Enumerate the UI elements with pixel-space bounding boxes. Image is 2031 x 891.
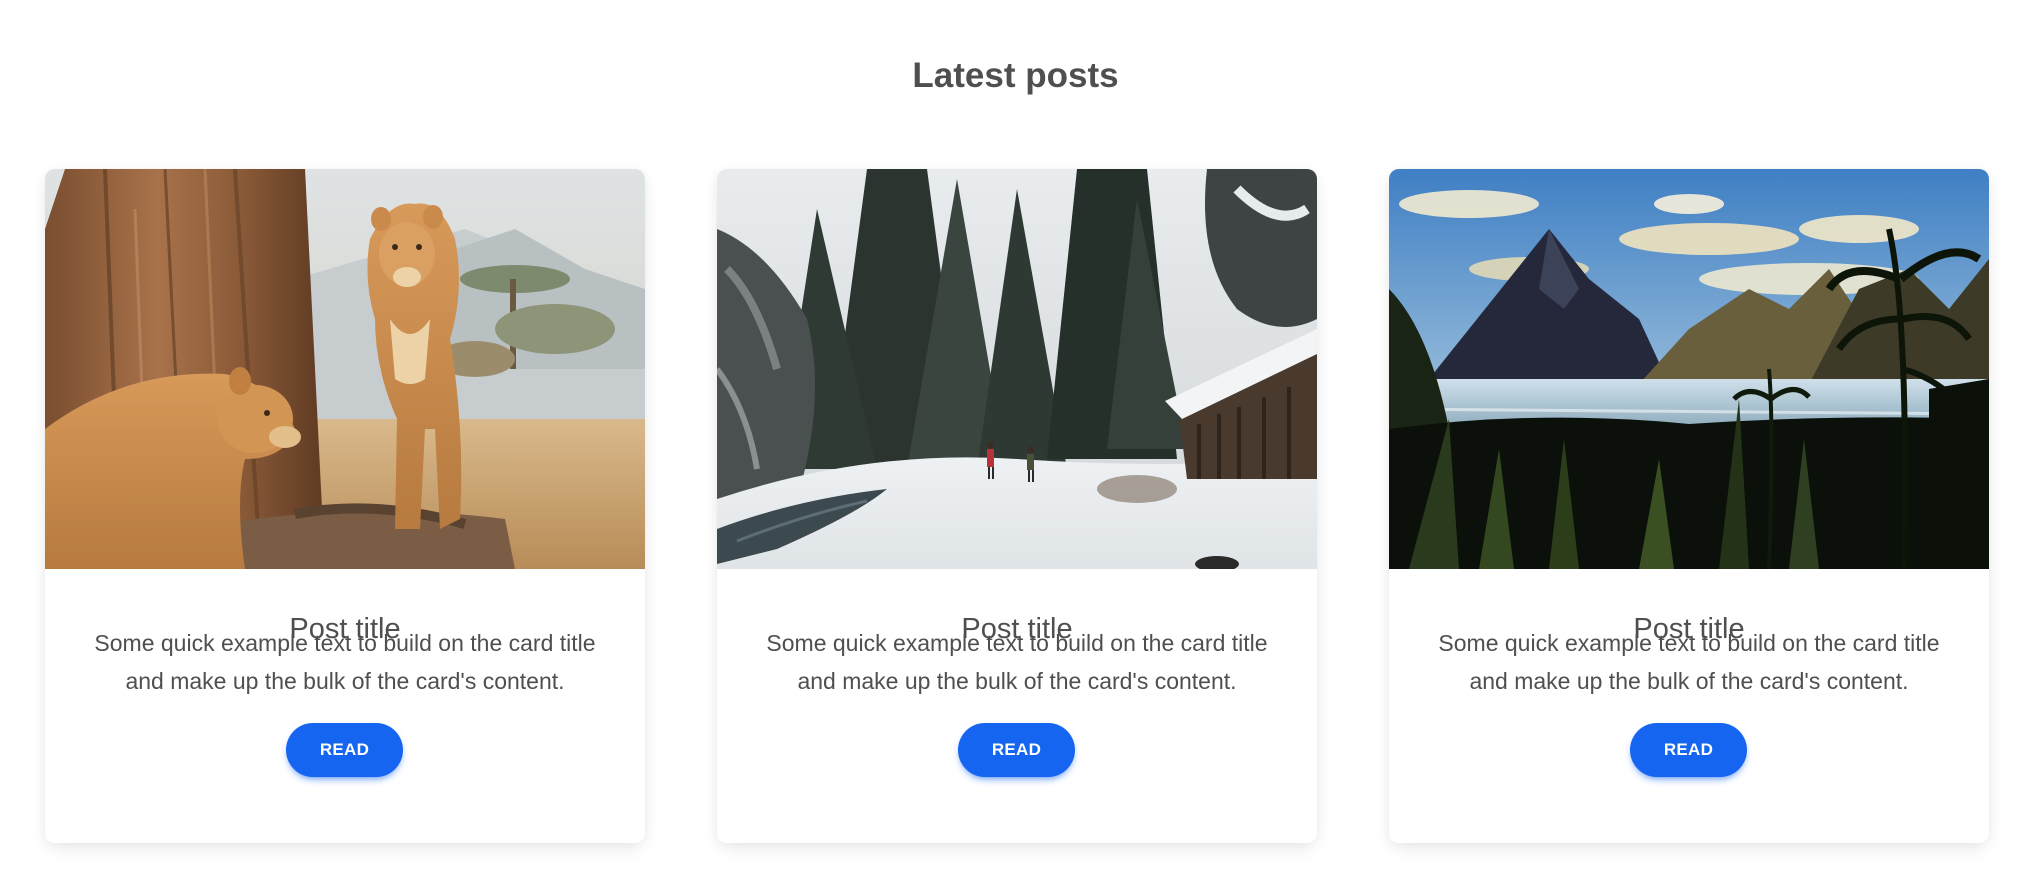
card-text: Some quick example text to build on the … (94, 630, 596, 694)
post-image-mountain-lake[interactable] (1389, 169, 1989, 569)
card-text: Some quick example text to build on the … (766, 630, 1268, 694)
post-card: Post title Some quick example text to bu… (1389, 169, 1989, 843)
section-title: Latest posts (912, 56, 1119, 95)
read-button[interactable]: READ (958, 723, 1075, 777)
card-text: Some quick example text to build on the … (1438, 630, 1940, 694)
post-card: Post title Some quick example text to bu… (45, 169, 645, 843)
read-button[interactable]: READ (286, 723, 403, 777)
read-button[interactable]: READ (1630, 723, 1747, 777)
post-card: Post title Some quick example text to bu… (717, 169, 1317, 843)
post-image-snowy-forest[interactable] (717, 169, 1317, 569)
latest-posts-section: Latest posts Post title Some quick examp… (0, 0, 2031, 891)
post-image-lionesses[interactable] (45, 169, 645, 569)
